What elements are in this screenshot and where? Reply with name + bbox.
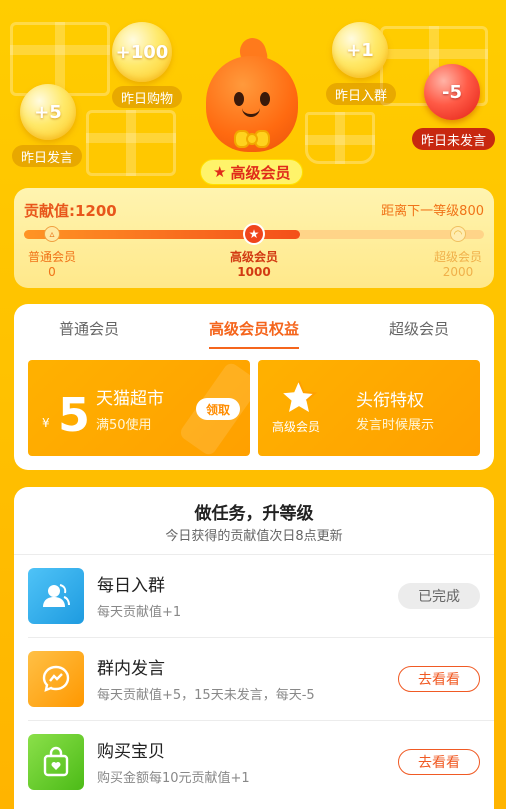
task-buy-item: 购买宝贝 购买金额每10元贡献值+1 去看看 (14, 721, 494, 803)
task-group-speak: 群内发言 每天贡献值+5，15天未发言，每天-5 去看看 (14, 638, 494, 720)
tab-basic[interactable]: 普通会员 (59, 318, 119, 349)
level-basic-threshold: 0 (48, 265, 56, 279)
headline-title: 头衔特权 (356, 391, 424, 411)
user-group-icon (28, 568, 84, 624)
task-completed-button[interactable]: 已完成 (398, 583, 480, 609)
coupon-amount: 5 (58, 388, 91, 442)
star-icon: ★ (213, 163, 227, 181)
coupon-condition: 满50使用 (96, 418, 152, 433)
level-node-advanced: ★ (243, 223, 265, 245)
task-name: 购买宝贝 (97, 742, 165, 762)
task-go-button[interactable]: 去看看 (398, 749, 480, 775)
task-desc: 每天贡献值+5，15天未发言，每天-5 (97, 688, 315, 703)
level-super-threshold: 2000 (442, 265, 474, 279)
no-speak-label: 昨日未发言 (412, 128, 496, 150)
next-level-distance: 距离下一等级800 (381, 204, 484, 219)
no-speak-bubble[interactable]: -5 (424, 64, 480, 120)
task-join-group: 每日入群 每天贡献值+1 已完成 (14, 555, 494, 637)
currency-symbol: ¥ (42, 416, 50, 430)
contribution-value: 贡献值:1200 (24, 202, 117, 220)
task-name: 每日入群 (97, 576, 165, 596)
join-group-points: +1 (346, 39, 374, 61)
task-go-button[interactable]: 去看看 (398, 666, 480, 692)
shopping-points: +100 (115, 41, 169, 63)
level-advanced-name: 高级会员 (229, 250, 279, 264)
gift-decoration (10, 22, 110, 96)
claim-button[interactable]: 领取 (196, 398, 241, 420)
speak-points: +5 (34, 101, 62, 123)
gift-decoration (86, 110, 176, 176)
task-name: 群内发言 (97, 659, 165, 679)
headline-badge-label: 高级会员 (272, 420, 321, 434)
speak-bubble[interactable]: +5 (20, 84, 76, 140)
tab-advanced-benefits[interactable]: 高级会员权益 (208, 318, 299, 349)
cart-decoration (305, 112, 375, 164)
shopping-bag-icon (28, 734, 84, 790)
current-level-badge: ★ 高级会员 (200, 159, 304, 185)
shopping-bubble[interactable]: +100 (112, 22, 172, 82)
level-node-super: ◠ (450, 226, 466, 242)
level-basic: 普通会员 0 (28, 250, 76, 280)
tasks-subtitle: 今日获得的贡献值次日8点更新 (165, 529, 343, 544)
level-super-name: 超级会员 (433, 250, 483, 264)
level-super: 超级会员 2000 (434, 250, 482, 280)
coupon-title: 天猫超市 (96, 389, 164, 409)
chat-bubble-icon (28, 651, 84, 707)
join-group-label: 昨日入群 (326, 83, 397, 105)
level-tabs: 普通会员 高级会员权益 超级会员 (14, 318, 494, 349)
shopping-label: 昨日购物 (112, 86, 183, 108)
level-progress-card: 贡献值:1200 距离下一等级800 ▵ ★ ◠ 普通会员 0 高级会员 100… (14, 188, 494, 288)
tasks-card: 做任务，升等级 今日获得的贡献值次日8点更新 每日入群 每天贡献值+1 已完成 … (14, 487, 494, 809)
headline-desc: 发言时候展示 (356, 418, 435, 433)
level-node-basic: ▵ (44, 226, 60, 242)
benefits-card: 普通会员 高级会员权益 超级会员 ¥ 5 天猫超市 满50使用 领取 高级会员 … (14, 304, 494, 470)
tasks-title: 做任务，升等级 (194, 504, 314, 524)
level-advanced: 高级会员 1000 (230, 250, 278, 280)
coupon-card[interactable]: ¥ 5 天猫超市 满50使用 领取 (28, 360, 250, 456)
join-group-bubble[interactable]: +1 (332, 22, 388, 78)
task-desc: 购买金额每10元贡献值+1 (97, 771, 250, 786)
speak-label: 昨日发言 (12, 145, 83, 167)
current-level-text: 高级会员 (230, 163, 291, 182)
level-advanced-threshold: 1000 (237, 265, 271, 279)
headline-privilege-card[interactable]: 高级会员 头衔特权 发言时候展示 (258, 360, 480, 456)
task-desc: 每天贡献值+1 (97, 605, 182, 620)
no-speak-points: -5 (442, 81, 462, 103)
star-icon (283, 380, 318, 413)
level-basic-name: 普通会员 (27, 250, 77, 264)
mascot-image (204, 35, 300, 168)
tab-super[interactable]: 超级会员 (389, 318, 449, 349)
hero-banner: +100 昨日购物 +1 昨日入群 +5 昨日发言 -5 昨日未发言 ★ 高级会… (0, 0, 506, 190)
